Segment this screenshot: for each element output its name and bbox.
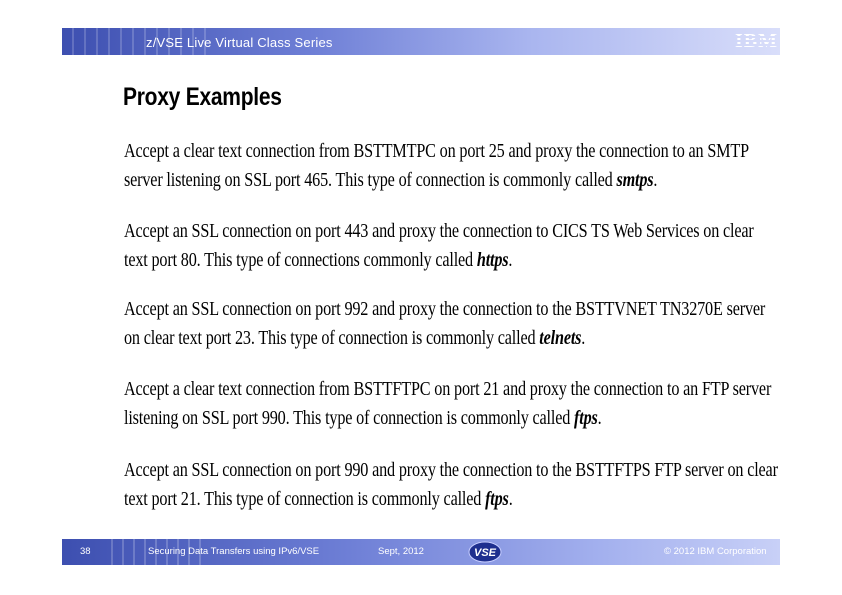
slide-title: Proxy Examples (123, 83, 282, 111)
paragraph-ftps-client: Accept a clear text connection from BSTT… (124, 375, 772, 433)
paragraph-line: Accept an SSL connection on port 990 and… (124, 460, 778, 481)
header-band: z/VSE Live Virtual Class Series IBM (62, 28, 780, 55)
protocol-keyword: telnets (539, 328, 582, 349)
ibm-logo: IBM (735, 29, 778, 52)
footer-band: 38 Securing Data Transfers using IPv6/VS… (62, 539, 780, 565)
paragraph-line: on clear text port 23. This type of conn… (124, 328, 586, 349)
paragraph-https: Accept an SSL connection on port 443 and… (124, 217, 754, 275)
page-number: 38 (80, 546, 91, 557)
protocol-keyword: ftps (574, 408, 598, 429)
vse-logo: VSE (468, 541, 502, 563)
paragraph-line: Accept a clear text connection from BSTT… (124, 379, 772, 400)
presentation-date: Sept, 2012 (378, 546, 424, 557)
session-title: Securing Data Transfers using IPv6/VSE (148, 546, 320, 557)
paragraph-line: text port 21. This type of connection is… (124, 489, 513, 510)
paragraph-smtps: Accept a clear text connection from BSTT… (124, 137, 749, 195)
copyright: © 2012 IBM Corporation (664, 546, 767, 557)
paragraph-line: listening on SSL port 990. This type of … (124, 408, 602, 429)
paragraph-ftps-server: Accept an SSL connection on port 990 and… (124, 456, 778, 514)
protocol-keyword: https (476, 250, 509, 271)
paragraph-line: text port 80. This type of connections c… (124, 250, 513, 271)
paragraph-line: Accept an SSL connection on port 992 and… (124, 299, 766, 320)
series-title: z/VSE Live Virtual Class Series (146, 35, 333, 50)
paragraph-line: Accept a clear text connection from BSTT… (124, 141, 749, 162)
protocol-keyword: smtps (616, 170, 654, 191)
paragraph-telnets: Accept an SSL connection on port 992 and… (124, 295, 766, 353)
svg-text:VSE: VSE (474, 547, 497, 559)
paragraph-line: server listening on SSL port 465. This t… (124, 170, 658, 191)
protocol-keyword: ftps (485, 489, 509, 510)
paragraph-line: Accept an SSL connection on port 443 and… (124, 221, 754, 242)
